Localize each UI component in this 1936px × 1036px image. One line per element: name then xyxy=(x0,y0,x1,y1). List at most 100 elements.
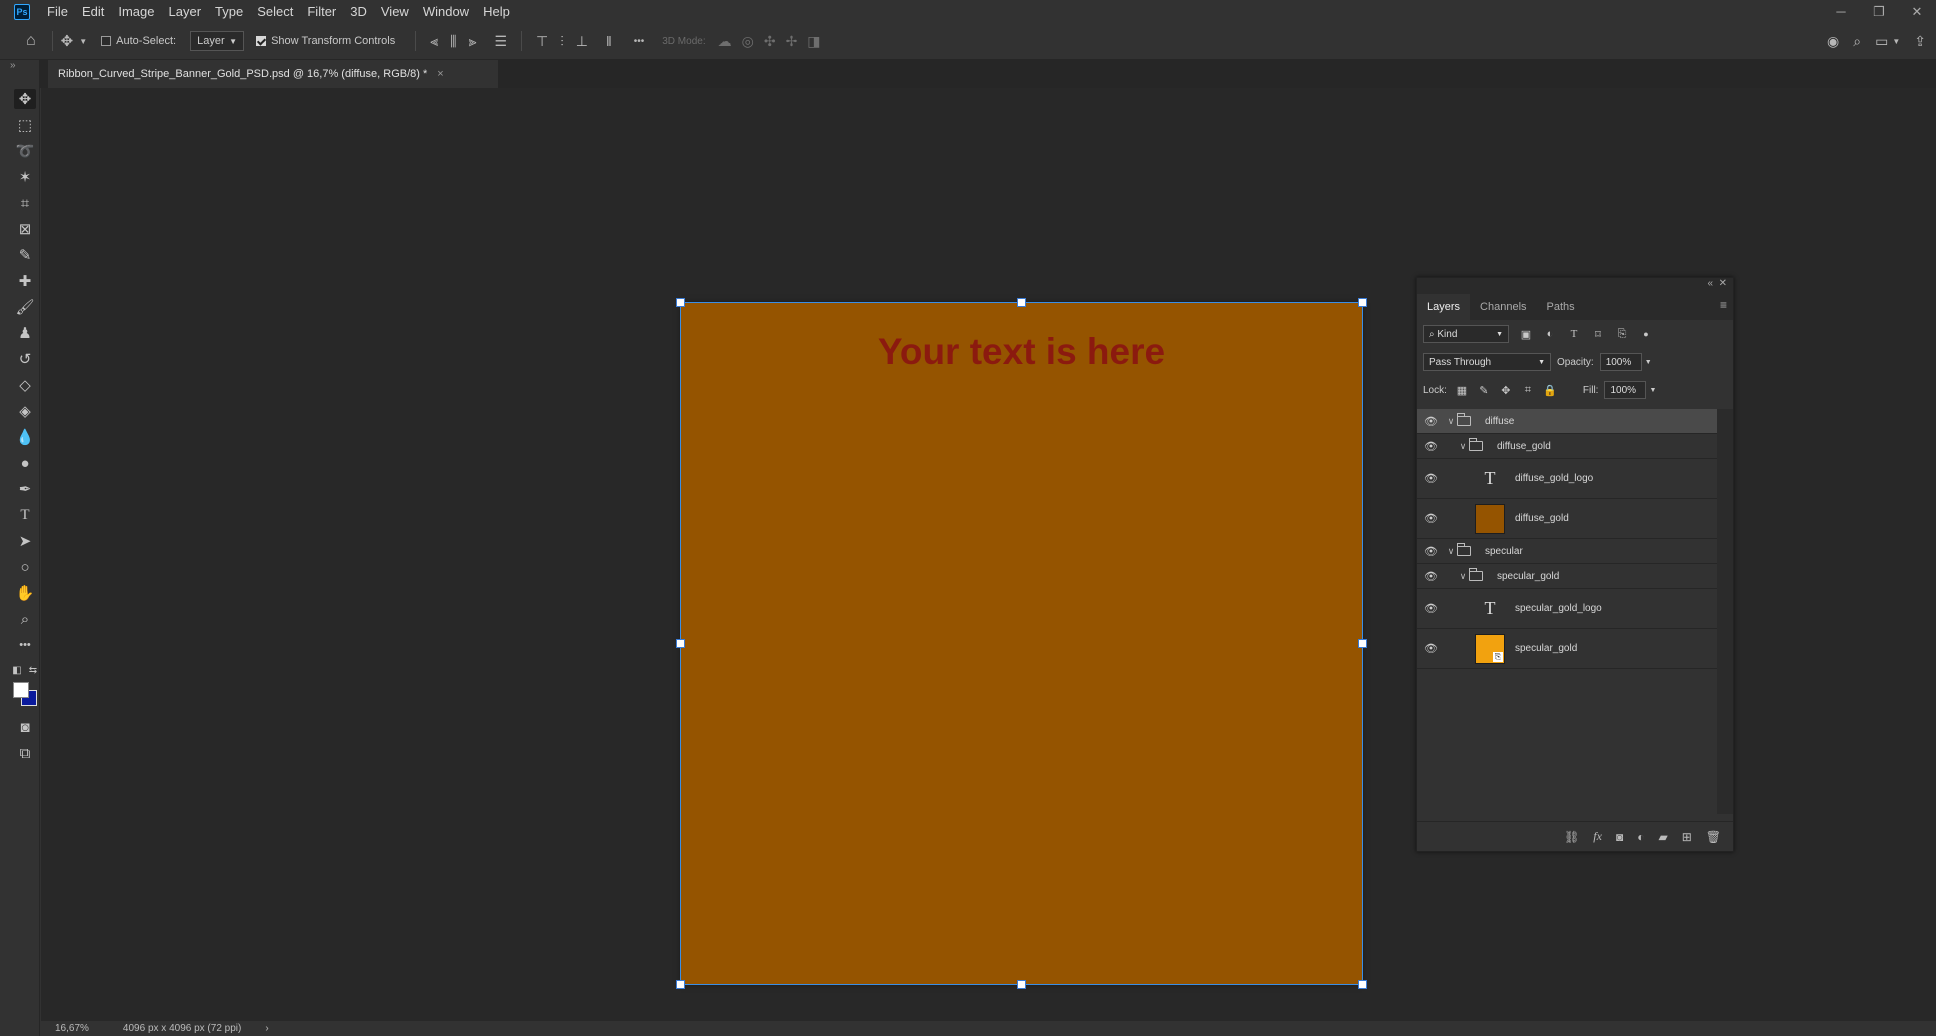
layer-row-specular-gold-logo[interactable]: 👁 T specular_gold_logo xyxy=(1417,589,1717,629)
distribute-icon[interactable]: ☰ xyxy=(494,33,507,50)
quick-mask-icon[interactable]: ◙ xyxy=(14,717,36,737)
eye-icon[interactable]: 👁 xyxy=(1417,545,1445,558)
slide-3d-icon[interactable]: ✢ xyxy=(786,33,798,50)
show-transform-checkbox[interactable] xyxy=(256,36,267,46)
eyedropper-tool-icon[interactable]: ✎ xyxy=(14,245,36,265)
healing-tool-icon[interactable]: ✚ xyxy=(14,271,36,291)
layer-row-specular-gold-group[interactable]: 👁 ∨ specular_gold xyxy=(1417,564,1717,589)
menu-help[interactable]: Help xyxy=(476,0,517,23)
move-tool-icon[interactable]: ✥ xyxy=(14,89,36,109)
type-filter-icon[interactable]: T xyxy=(1567,327,1581,341)
search-icon[interactable]: ⌕ xyxy=(1853,33,1861,50)
more-tools-icon[interactable]: ••• xyxy=(14,635,36,655)
distribute-vertical-icon[interactable]: ‖ xyxy=(606,33,612,49)
lock-transparent-icon[interactable]: ▦ xyxy=(1455,383,1469,397)
eye-icon[interactable]: 👁 xyxy=(1417,570,1445,583)
scale-3d-icon[interactable]: ◨ xyxy=(807,33,820,50)
eye-icon[interactable]: 👁 xyxy=(1417,512,1445,525)
chevron-down-icon[interactable]: ∨ xyxy=(1457,571,1469,582)
chevron-down-icon[interactable]: ▼ xyxy=(1645,359,1652,366)
menu-type[interactable]: Type xyxy=(208,0,250,23)
dodge-tool-icon[interactable]: ● xyxy=(14,453,36,473)
eye-icon[interactable]: 👁 xyxy=(1417,642,1445,655)
auto-select-option[interactable]: Auto-Select: xyxy=(101,35,176,47)
menu-window[interactable]: Window xyxy=(416,0,476,23)
type-tool-icon[interactable]: T xyxy=(14,505,36,525)
layer-row-diffuse-gold-logo[interactable]: 👁 T diffuse_gold_logo xyxy=(1417,459,1717,499)
menu-filter[interactable]: Filter xyxy=(300,0,343,23)
eye-icon[interactable]: 👁 xyxy=(1417,440,1445,453)
align-top-icon[interactable]: ⊤ xyxy=(536,33,548,50)
crop-tool-icon[interactable]: ⌗ xyxy=(14,193,36,213)
pixel-filter-icon[interactable]: ▣ xyxy=(1519,327,1533,341)
filter-toggle-icon[interactable]: ● xyxy=(1639,327,1653,341)
more-options-icon[interactable]: ••• xyxy=(634,36,645,47)
align-right-icon[interactable]: ⫸ xyxy=(469,33,477,50)
screen-mode-icon[interactable]: ⧉ xyxy=(14,743,36,763)
zoom-level[interactable]: 16,67% xyxy=(55,1023,89,1034)
smart-object-filter-icon[interactable]: ⎘ xyxy=(1615,327,1629,341)
document-tab[interactable]: Ribbon_Curved_Stripe_Banner_Gold_PSD.psd… xyxy=(48,60,498,88)
layer-row-diffuse-gold[interactable]: 👁 diffuse_gold xyxy=(1417,499,1717,539)
eye-icon[interactable]: 👁 xyxy=(1417,415,1445,428)
menu-select[interactable]: Select xyxy=(250,0,300,23)
panel-menu-icon[interactable]: ≡ xyxy=(1720,298,1727,312)
lock-artboard-icon[interactable]: ⌗ xyxy=(1521,383,1535,397)
tab-channels[interactable]: Channels xyxy=(1470,294,1536,320)
pan-3d-icon[interactable]: ✣ xyxy=(764,33,776,50)
menu-edit[interactable]: Edit xyxy=(75,0,111,23)
hand-tool-icon[interactable]: ✋ xyxy=(14,583,36,603)
eraser-tool-icon[interactable]: ◇ xyxy=(14,375,36,395)
workspace-icon[interactable]: ▭ xyxy=(1875,33,1888,50)
show-transform-option[interactable]: Show Transform Controls xyxy=(256,35,395,47)
chevron-down-icon[interactable]: ∨ xyxy=(1457,441,1469,452)
foreground-color-swatch[interactable] xyxy=(13,682,29,698)
restore-button[interactable]: ❐ xyxy=(1860,0,1898,23)
minimize-button[interactable]: ─ xyxy=(1822,0,1860,23)
path-select-tool-icon[interactable]: ➤ xyxy=(14,531,36,551)
close-tab-icon[interactable]: × xyxy=(437,68,443,80)
chevron-down-icon[interactable]: ∨ xyxy=(1445,546,1457,557)
chevron-down-icon[interactable]: ▼ xyxy=(1649,387,1656,394)
lock-position-icon[interactable]: ✥ xyxy=(1499,383,1513,397)
tab-layers[interactable]: Layers xyxy=(1417,294,1471,320)
tab-paths[interactable]: Paths xyxy=(1537,294,1585,320)
eye-icon[interactable]: 👁 xyxy=(1417,472,1445,485)
opacity-input[interactable]: 100% xyxy=(1599,353,1642,371)
magic-wand-tool-icon[interactable]: ✶ xyxy=(14,167,36,187)
canvas-text[interactable]: Your text is here xyxy=(681,331,1362,373)
move-tool-icon[interactable]: ✥ xyxy=(61,32,74,50)
new-layer-icon[interactable]: ⊞ xyxy=(1682,830,1692,844)
shape-filter-icon[interactable]: ⌑ xyxy=(1591,327,1605,341)
lock-image-icon[interactable]: ✎ xyxy=(1477,383,1491,397)
menu-view[interactable]: View xyxy=(374,0,416,23)
home-icon[interactable]: ⌂ xyxy=(26,32,36,50)
orbit-3d-icon[interactable]: ☁ xyxy=(718,33,732,50)
chevron-down-icon[interactable]: ▼ xyxy=(79,37,87,46)
stamp-tool-icon[interactable]: ♟ xyxy=(14,323,36,343)
ellipse-tool-icon[interactable]: ○ xyxy=(14,557,36,577)
trash-icon[interactable]: 🗑 xyxy=(1706,830,1721,844)
lock-all-icon[interactable]: 🔒 xyxy=(1543,383,1557,397)
link-layers-icon[interactable]: ⛓ xyxy=(1564,830,1579,844)
roll-3d-icon[interactable]: ◎ xyxy=(742,33,754,50)
swap-colors-icon[interactable]: ⇆ xyxy=(26,660,40,680)
align-center-icon[interactable]: ⫼ xyxy=(450,33,456,50)
status-menu-arrow[interactable]: › xyxy=(265,1023,268,1034)
fx-icon[interactable]: fx xyxy=(1593,829,1602,844)
frame-tool-icon[interactable]: ⊠ xyxy=(14,219,36,239)
chevron-down-icon[interactable]: ∨ xyxy=(1445,416,1457,427)
chevron-down-icon[interactable]: ▼ xyxy=(1892,37,1900,46)
brush-tool-icon[interactable]: 🖌 xyxy=(14,297,36,317)
close-panel-icon[interactable]: ✕ xyxy=(1719,278,1727,289)
adjustment-layer-icon[interactable]: ◐ xyxy=(1637,830,1644,844)
history-brush-tool-icon[interactable]: ↺ xyxy=(14,349,36,369)
eye-icon[interactable]: 👁 xyxy=(1417,602,1445,615)
lasso-tool-icon[interactable]: ➰ xyxy=(14,141,36,161)
marquee-tool-icon[interactable]: ⬚ xyxy=(14,115,36,135)
default-colors-icon[interactable]: ◧ xyxy=(10,660,24,680)
collapse-panel-icon[interactable]: » xyxy=(10,60,16,71)
auto-select-checkbox[interactable] xyxy=(101,36,112,46)
align-middle-icon[interactable]: ⫶ xyxy=(560,33,564,50)
layer-row-specular[interactable]: 👁 ∨ specular xyxy=(1417,539,1717,564)
